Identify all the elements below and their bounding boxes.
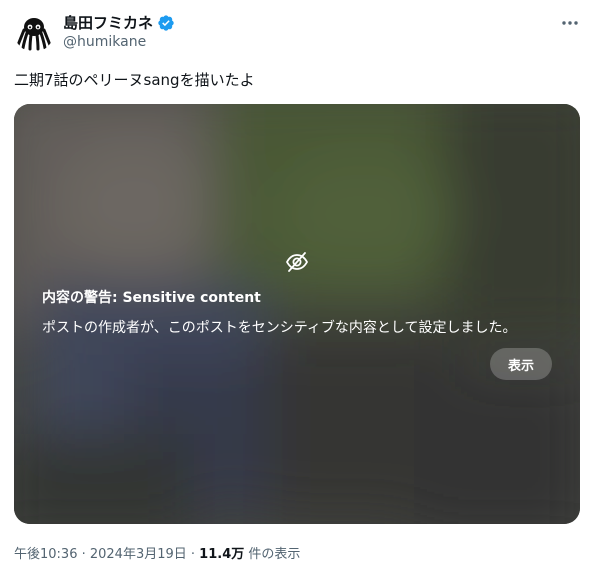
octopus-icon (14, 12, 54, 52)
views-count: 11.4万 (199, 547, 245, 562)
author-handle[interactable]: @humikane (63, 34, 146, 50)
show-button[interactable]: 表示 (490, 348, 552, 380)
author-name-row[interactable]: 島田フミカネ (63, 12, 175, 33)
author-display-name[interactable]: 島田フミカネ (63, 12, 153, 33)
tweet-meta: 午後10:36 · 2024年3月19日 · 11.4万 件の表示 (14, 543, 300, 562)
more-horizontal-icon (562, 21, 578, 25)
verified-badge-icon (158, 14, 174, 31)
sensitive-media[interactable]: 内容の警告: Sensitive content ポストの作成者が、このポストを… (14, 104, 580, 524)
eye-off-icon (285, 252, 309, 272)
warning-title: 内容の警告: Sensitive content (42, 290, 261, 306)
views-label: 件の表示 (248, 547, 301, 562)
avatar[interactable] (14, 12, 54, 52)
blurred-image (14, 104, 580, 524)
tweet-text: 二期7話のペリーヌsangを描いたよ (14, 71, 255, 89)
tweet-timestamp[interactable]: 午後10:36 · 2024年3月19日 · (14, 547, 195, 562)
more-options-button[interactable] (556, 12, 584, 34)
warning-message: ポストの作成者が、このポストをセンシティブな内容として設定しました。 (42, 320, 517, 336)
